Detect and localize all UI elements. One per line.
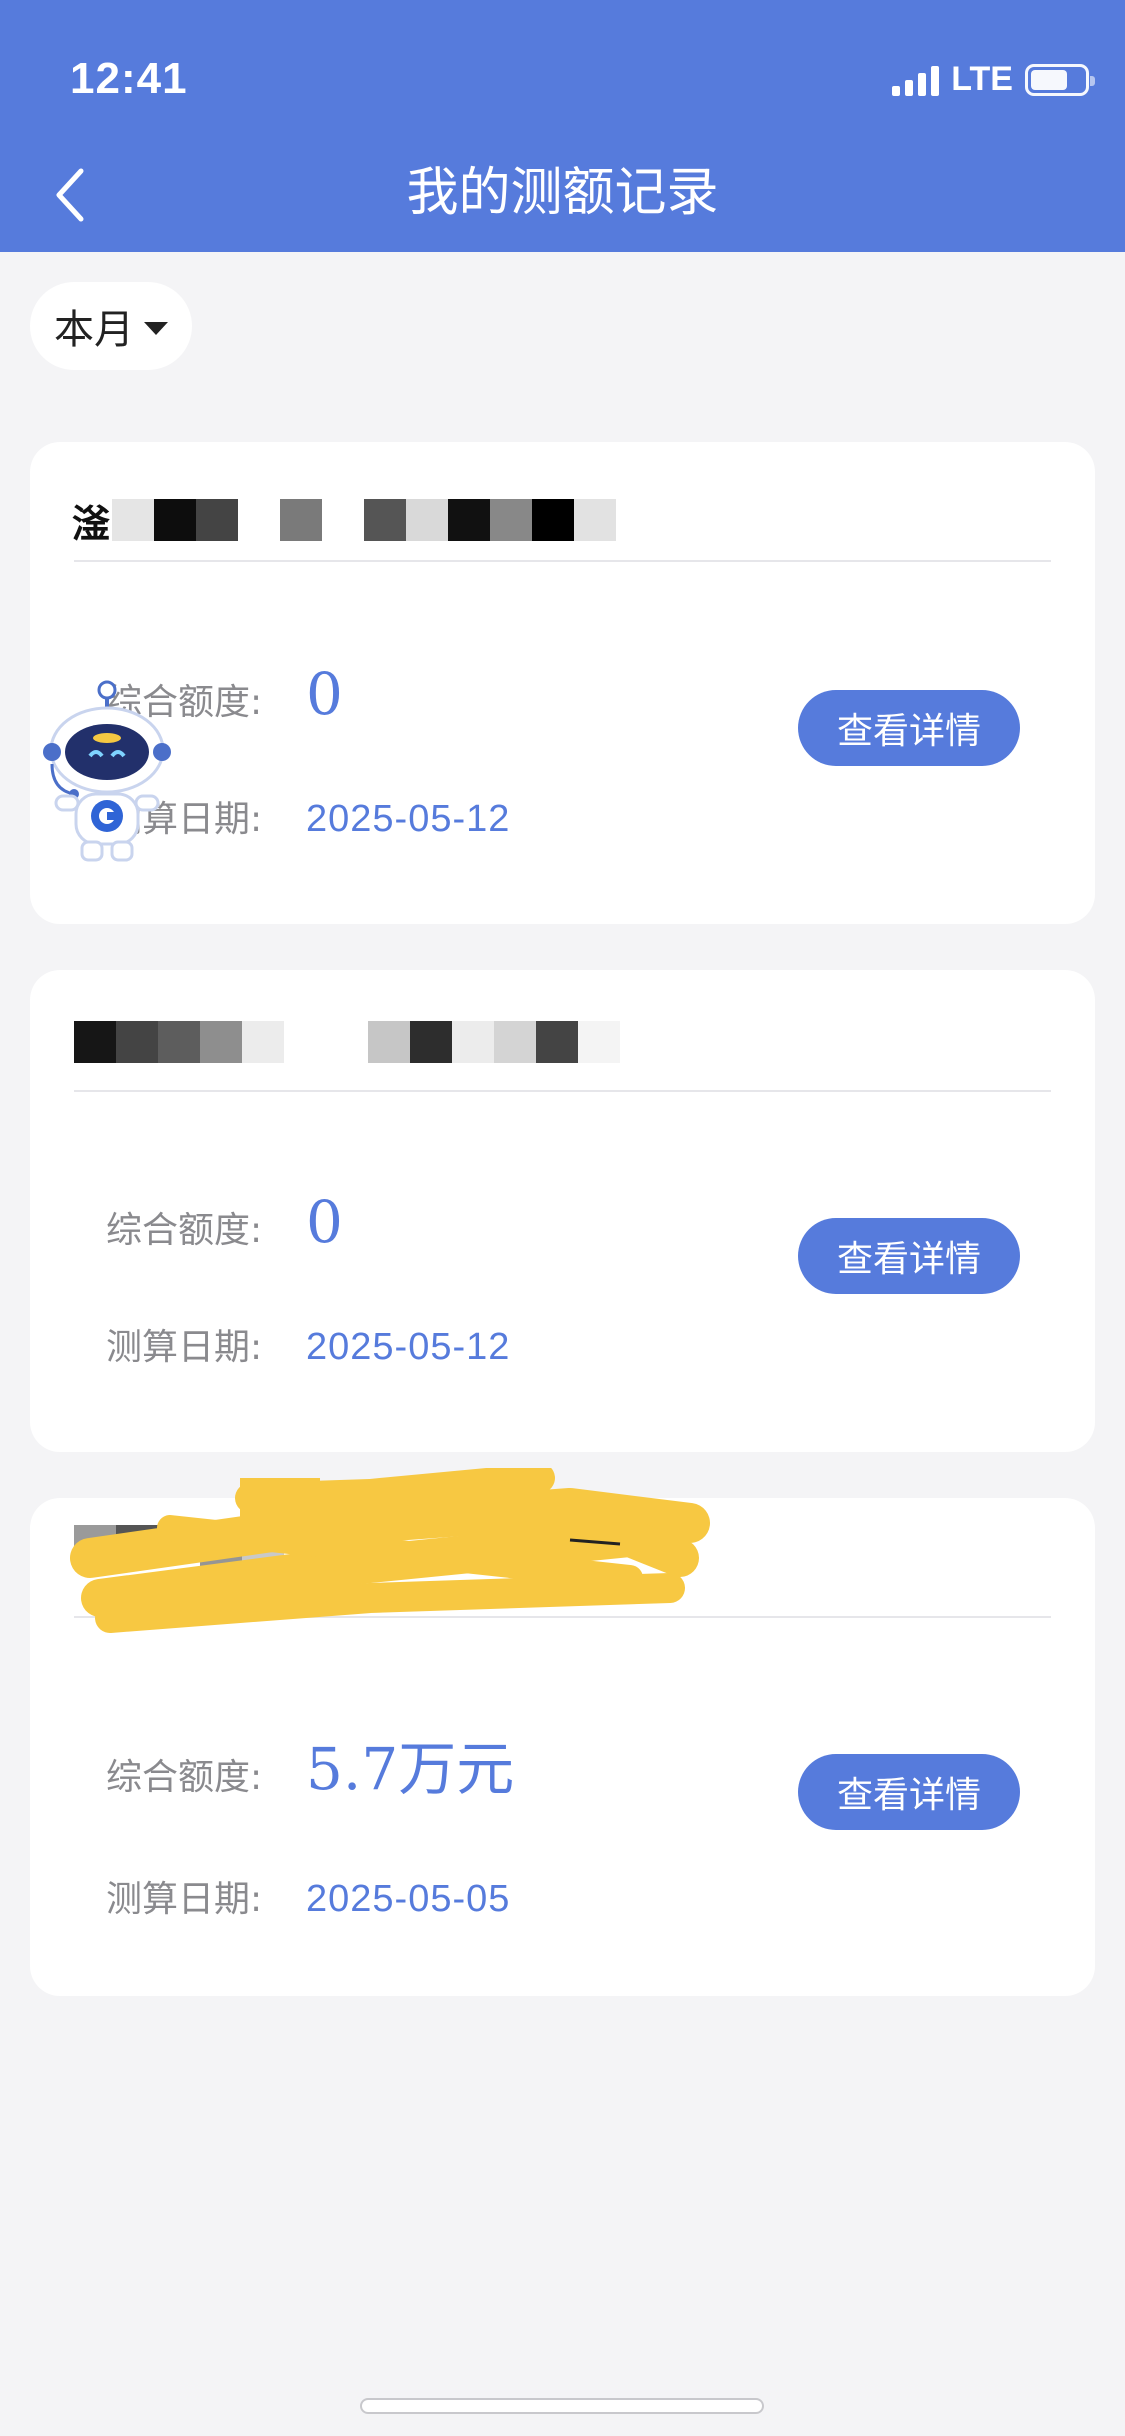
caret-down-icon (144, 321, 168, 335)
redaction-mosaic (112, 499, 617, 541)
view-details-button[interactable]: 查看详情 (798, 1754, 1020, 1830)
signal-icon (892, 64, 940, 96)
amount-label: 综合额度: (106, 1210, 263, 1251)
amount-value: 0 (306, 1188, 343, 1256)
date-row: 测算日期: 2025-05-05 (106, 1870, 510, 1922)
month-filter-dropdown[interactable]: 本月 (30, 282, 192, 370)
date-value: 2025-05-05 (306, 1878, 511, 1920)
status-time: 12:41 (70, 54, 188, 103)
amount-value: 5.7万元 (306, 1735, 515, 1803)
date-row: 测算日期: 2025-05-12 (106, 1318, 510, 1370)
amount-value: 0 (306, 660, 343, 728)
card-divider (74, 560, 1051, 562)
amount-row: 综合额度: 0 (106, 1188, 343, 1256)
month-filter-label: 本月 (54, 307, 134, 353)
battery-icon (1025, 63, 1095, 96)
record-card: 综合额度: 0 测算日期: 2025-05-12 查看详情 (30, 970, 1095, 1452)
redaction-mosaic (74, 1021, 620, 1063)
amount-label: 综合额度: (106, 1757, 263, 1798)
date-label: 测算日期: (106, 1327, 263, 1368)
record-name-prefix: 滏 (72, 501, 111, 546)
amount-row: 综合额度: 5.7万元 (106, 1722, 514, 1806)
record-name-redacted: 滏 (72, 498, 617, 546)
record-name-redacted (72, 1020, 620, 1064)
view-details-button[interactable]: 查看详情 (798, 690, 1020, 766)
record-card: 滏 综合额度: 0 测算日期: 2025-05-12 查看详情 (30, 442, 1095, 924)
header-bar: 12:41 LTE 我的测额记录 (0, 0, 1125, 252)
robot-assistant-icon[interactable] (42, 676, 172, 862)
page-title: 我的测额记录 (406, 163, 719, 223)
status-icons: LTE (892, 60, 1095, 99)
date-label: 测算日期: (106, 1879, 263, 1920)
card-divider (74, 1090, 1051, 1092)
home-indicator[interactable] (360, 2398, 764, 2414)
network-type: LTE (951, 60, 1013, 98)
date-value: 2025-05-12 (306, 1326, 511, 1368)
date-value: 2025-05-12 (306, 798, 511, 840)
scribble-redaction (70, 1468, 710, 1633)
view-details-button[interactable]: 查看详情 (798, 1218, 1020, 1294)
